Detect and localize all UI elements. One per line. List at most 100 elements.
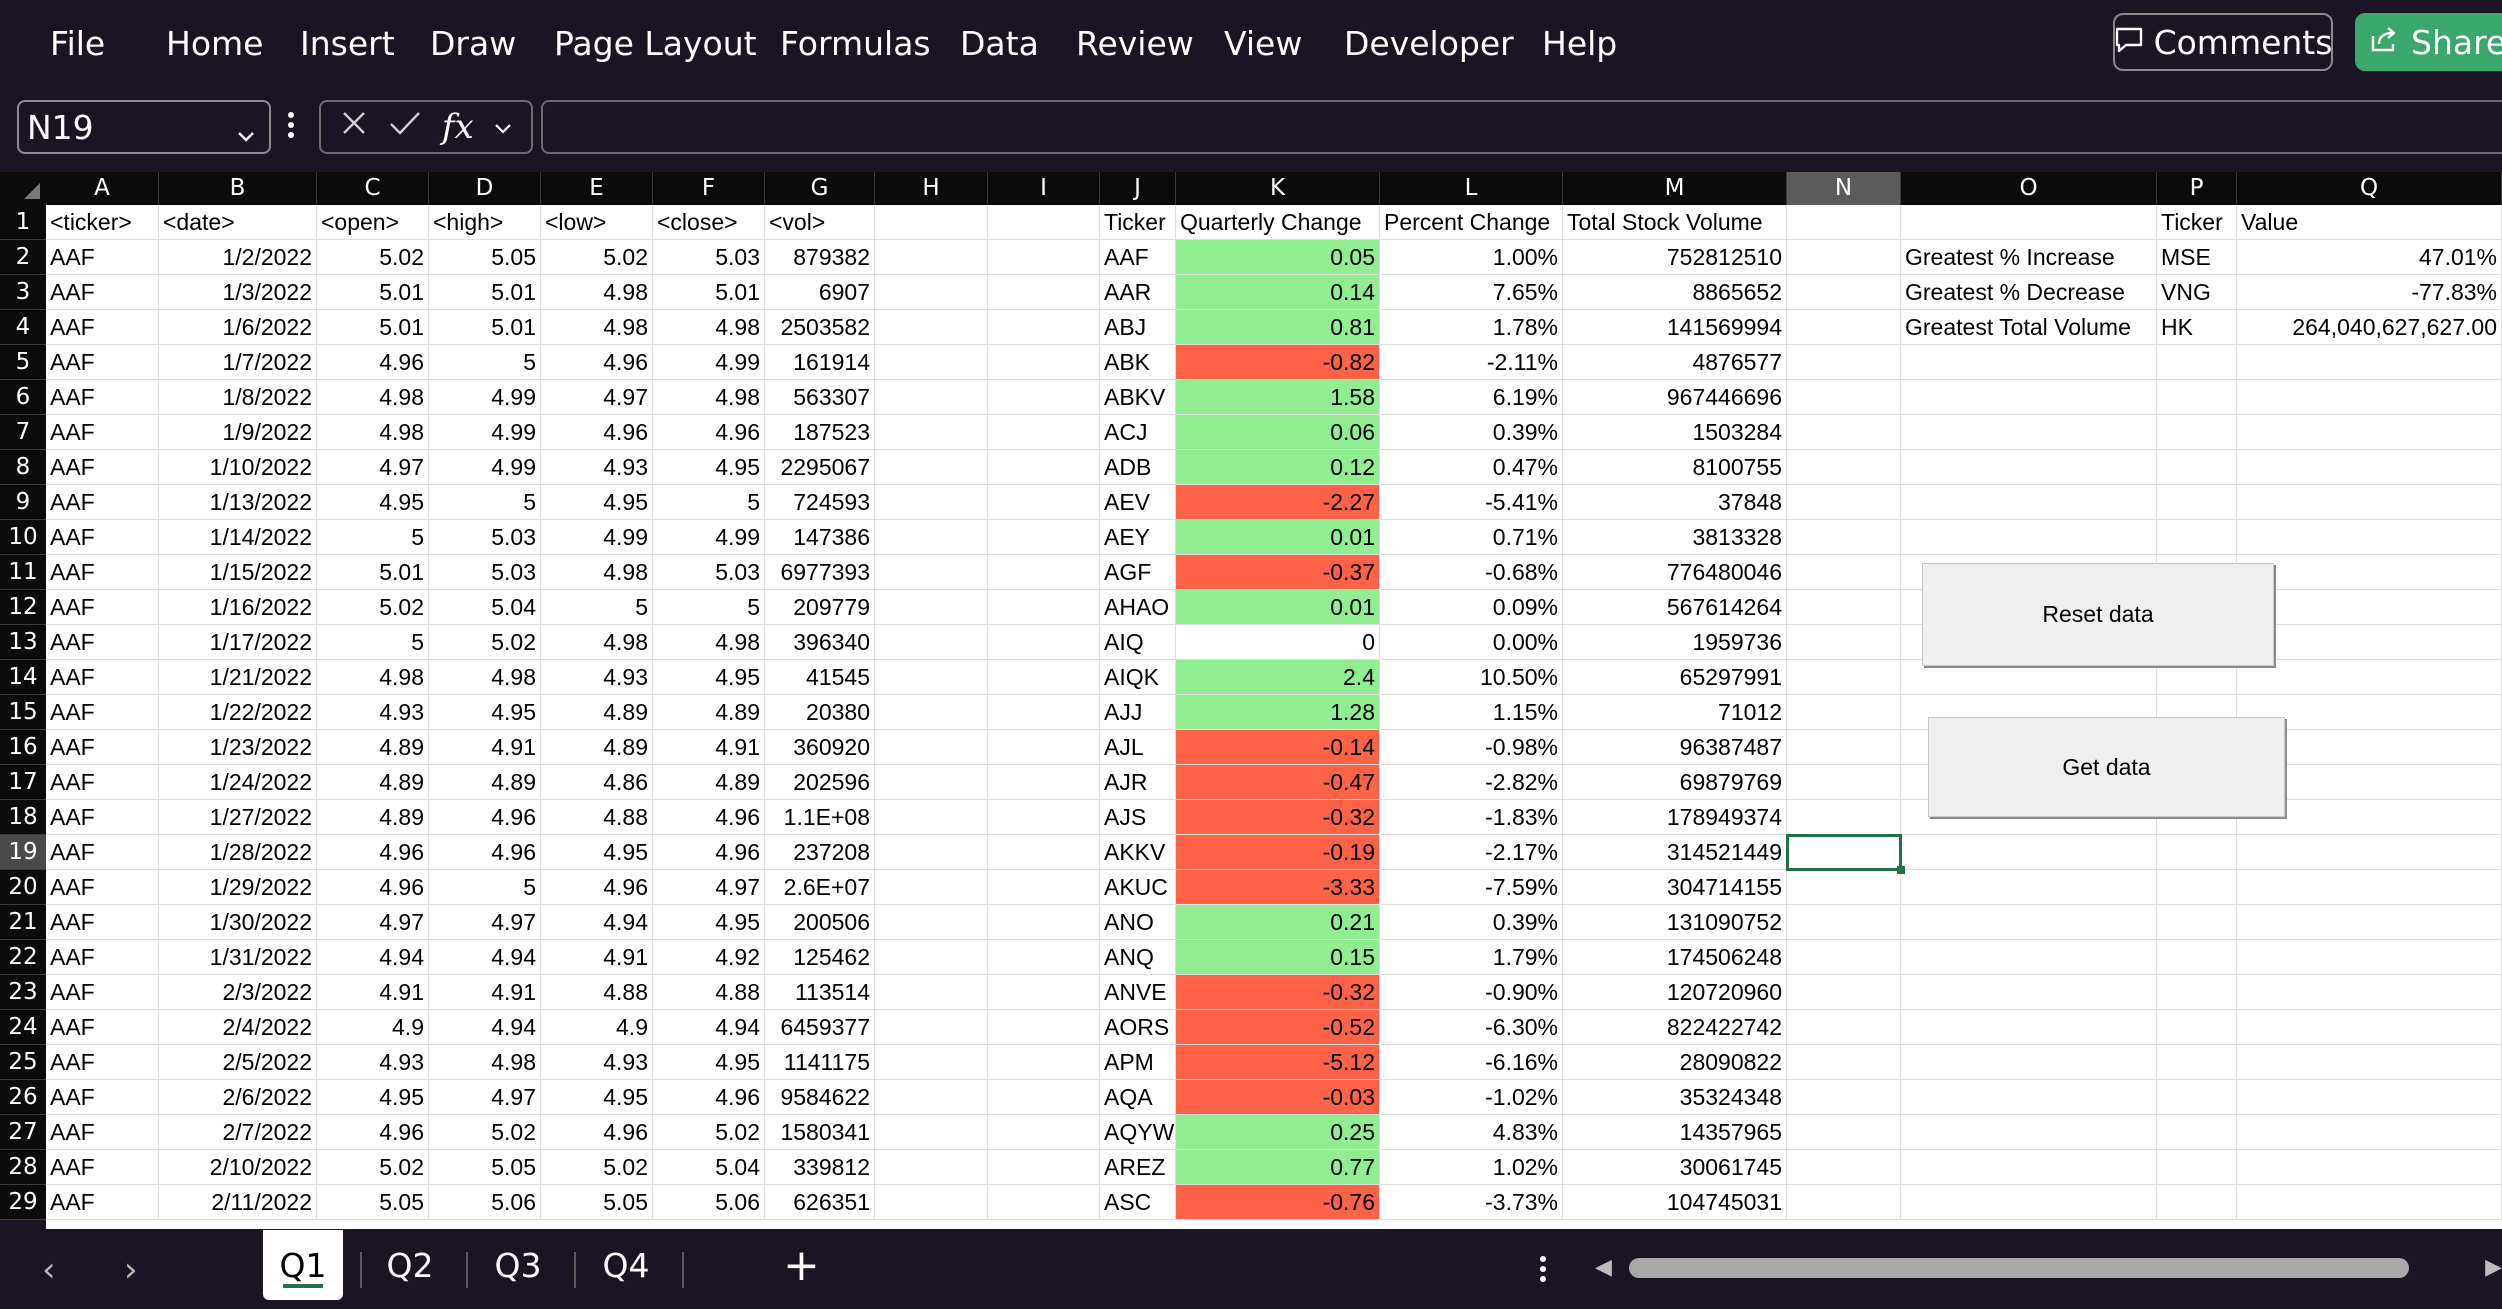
cell-g27[interactable]: 1580341 [765,1115,875,1150]
cell-e12[interactable]: 5 [541,590,653,625]
cell-n27[interactable] [1787,1115,1901,1150]
cell-h9[interactable] [875,485,988,520]
cell-k18[interactable]: -0.32 [1176,800,1380,835]
cell-j8[interactable]: ADB [1100,450,1176,485]
cell-i8[interactable] [988,450,1100,485]
cell-h4[interactable] [875,310,988,345]
cell-a19[interactable]: AAF [46,835,159,870]
previous-sheet-icon[interactable]: ‹ [42,1250,56,1290]
row-header-18[interactable]: 18 [0,800,46,835]
cell-e25[interactable]: 4.93 [541,1045,653,1080]
cell-h10[interactable] [875,520,988,555]
cell-h13[interactable] [875,625,988,660]
cell-o23[interactable] [1901,975,2157,1010]
cell-e22[interactable]: 4.91 [541,940,653,975]
cell-h25[interactable] [875,1045,988,1080]
cell-i3[interactable] [988,275,1100,310]
cell-p2[interactable]: MSE [2157,240,2237,275]
cell-k11[interactable]: -0.37 [1176,555,1380,590]
cell-d13[interactable]: 5.02 [429,625,541,660]
cell-d21[interactable]: 4.97 [429,905,541,940]
cell-b15[interactable]: 1/22/2022 [159,695,317,730]
column-header-f[interactable]: F [653,172,765,205]
cell-o26[interactable] [1901,1080,2157,1115]
cell-o19[interactable] [1901,835,2157,870]
cell-q22[interactable] [2237,940,2502,975]
cell-h22[interactable] [875,940,988,975]
row-header-27[interactable]: 27 [0,1115,46,1150]
cell-a25[interactable]: AAF [46,1045,159,1080]
column-header-l[interactable]: L [1380,172,1563,205]
cell-q27[interactable] [2237,1115,2502,1150]
cell-b9[interactable]: 1/13/2022 [159,485,317,520]
cell-o1[interactable] [1901,205,2157,240]
cell-n17[interactable] [1787,765,1901,800]
cell-k2[interactable]: 0.05 [1176,240,1380,275]
share-button[interactable]: Share [2355,13,2502,71]
cell-l12[interactable]: 0.09% [1380,590,1563,625]
cell-g18[interactable]: 1.1E+08 [765,800,875,835]
cell-b2[interactable]: 1/2/2022 [159,240,317,275]
cell-k17[interactable]: -0.47 [1176,765,1380,800]
cell-p1[interactable]: Ticker [2157,205,2237,240]
cell-n29[interactable] [1787,1185,1901,1220]
row-header-8[interactable]: 8 [0,450,46,485]
cell-m29[interactable]: 104745031 [1563,1185,1787,1220]
cell-i27[interactable] [988,1115,1100,1150]
cell-q6[interactable] [2237,380,2502,415]
cell-o9[interactable] [1901,485,2157,520]
cancel-icon[interactable] [339,107,369,147]
cell-l4[interactable]: 1.78% [1380,310,1563,345]
menu-review[interactable]: Review [1076,24,1194,63]
cell-g1[interactable]: <vol> [765,205,875,240]
cell-l25[interactable]: -6.16% [1380,1045,1563,1080]
cell-a29[interactable]: AAF [46,1185,159,1220]
cell-h18[interactable] [875,800,988,835]
cell-b4[interactable]: 1/6/2022 [159,310,317,345]
cell-d1[interactable]: <high> [429,205,541,240]
cell-h20[interactable] [875,870,988,905]
cell-o2[interactable]: Greatest % Increase [1901,240,2157,275]
cell-b5[interactable]: 1/7/2022 [159,345,317,380]
sheet-tab-q3[interactable]: Q3 [482,1230,554,1300]
cell-c17[interactable]: 4.89 [317,765,429,800]
cell-l5[interactable]: -2.11% [1380,345,1563,380]
menu-developer[interactable]: Developer [1344,24,1514,63]
row-header-5[interactable]: 5 [0,345,46,380]
cell-b26[interactable]: 2/6/2022 [159,1080,317,1115]
cell-g26[interactable]: 9584622 [765,1080,875,1115]
cell-a23[interactable]: AAF [46,975,159,1010]
cell-l3[interactable]: 7.65% [1380,275,1563,310]
cell-a2[interactable]: AAF [46,240,159,275]
row-header-24[interactable]: 24 [0,1010,46,1045]
cell-a24[interactable]: AAF [46,1010,159,1045]
cell-j28[interactable]: AREZ [1100,1150,1176,1185]
cell-b17[interactable]: 1/24/2022 [159,765,317,800]
cell-j19[interactable]: AKKV [1100,835,1176,870]
column-header-b[interactable]: B [159,172,317,205]
cell-a9[interactable]: AAF [46,485,159,520]
cell-m9[interactable]: 37848 [1563,485,1787,520]
cell-i6[interactable] [988,380,1100,415]
cell-h3[interactable] [875,275,988,310]
cell-g17[interactable]: 202596 [765,765,875,800]
row-header-21[interactable]: 21 [0,905,46,940]
column-header-j[interactable]: J [1100,172,1176,205]
row-header-26[interactable]: 26 [0,1080,46,1115]
cell-p10[interactable] [2157,520,2237,555]
cell-a15[interactable]: AAF [46,695,159,730]
cell-a11[interactable]: AAF [46,555,159,590]
column-header-q[interactable]: Q [2237,172,2502,205]
cell-i25[interactable] [988,1045,1100,1080]
cell-b24[interactable]: 2/4/2022 [159,1010,317,1045]
cell-l15[interactable]: 1.15% [1380,695,1563,730]
cell-d3[interactable]: 5.01 [429,275,541,310]
cell-d5[interactable]: 5 [429,345,541,380]
cell-n8[interactable] [1787,450,1901,485]
comments-button[interactable]: Comments [2113,13,2333,71]
cell-c8[interactable]: 4.97 [317,450,429,485]
row-header-19[interactable]: 19 [0,835,46,870]
menu-help[interactable]: Help [1542,24,1617,63]
cell-h8[interactable] [875,450,988,485]
scroll-right-icon[interactable]: ▶ [2485,1255,2502,1280]
